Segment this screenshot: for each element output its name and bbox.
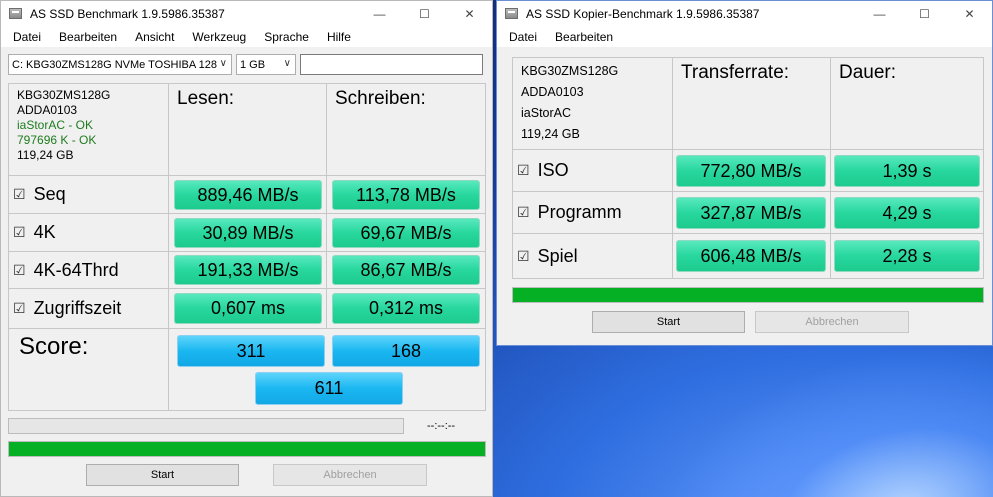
row-iso[interactable]: ☑ ISO <box>513 150 673 192</box>
benchmark-window: AS SSD Benchmark 1.9.5986.35387 — ☐ ✕ Da… <box>0 0 493 497</box>
toolbar: C: KBG30ZMS128G NVMe TOSHIBA 128 ∨ 1 GB … <box>8 54 483 75</box>
menu-bearbeiten[interactable]: Bearbeiten <box>50 30 126 44</box>
drive-info: KBG30ZMS128G ADDA0103 iaStorAC 119,24 GB <box>513 58 673 150</box>
drive-firmware: ADDA0103 <box>17 103 78 117</box>
maximize-icon[interactable]: ☐ <box>902 1 947 26</box>
menu-werkzeug[interactable]: Werkzeug <box>183 30 255 44</box>
drive-capacity: 119,24 GB <box>17 148 74 162</box>
row-spiel[interactable]: ☑ Spiel <box>513 234 673 278</box>
menu-bearbeiten[interactable]: Bearbeiten <box>546 30 622 44</box>
maximize-icon[interactable]: ☐ <box>402 1 447 26</box>
app-icon <box>505 8 518 19</box>
row-label: Seq <box>33 184 66 204</box>
abort-button[interactable]: Abbrechen <box>755 311 909 333</box>
size-select[interactable]: 1 GB ∨ <box>236 54 296 75</box>
name-input[interactable] <box>300 54 483 75</box>
minimize-icon[interactable]: — <box>857 1 902 26</box>
progress-fill <box>9 442 485 456</box>
score-write: 168 <box>332 335 480 367</box>
app-icon <box>9 8 22 19</box>
value-4k-read: 30,89 MB/s <box>174 218 322 248</box>
menu-ansicht[interactable]: Ansicht <box>126 30 183 44</box>
checkbox-checked-icon[interactable]: ☑ <box>517 248 530 265</box>
value-seq-read: 889,46 MB/s <box>174 180 322 210</box>
value-access-write: 0,312 ms <box>332 293 480 324</box>
value-iso-duration: 1,39 s <box>834 155 980 187</box>
value-iso-rate: 772,80 MB/s <box>676 155 826 187</box>
row-label: Zugriffszeit <box>33 298 122 318</box>
drive-model: KBG30ZMS128G <box>17 88 111 102</box>
drive-firmware: ADDA0103 <box>521 85 584 99</box>
minimize-icon[interactable]: — <box>357 1 402 26</box>
value-4k64-write: 86,67 MB/s <box>332 255 480 285</box>
value-seq-write: 113,78 MB/s <box>332 180 480 210</box>
results-grid: KBG30ZMS128G ADDA0103 iaStorAC - OK 7976… <box>8 83 486 411</box>
chevron-down-icon: ∨ <box>283 58 291 69</box>
elapsed-time: --:--:-- <box>427 420 456 432</box>
value-4k-write: 69,67 MB/s <box>332 218 480 248</box>
value-programm-rate: 327,87 MB/s <box>676 197 826 229</box>
value-spiel-duration: 2,28 s <box>834 240 980 272</box>
drive-alignment-status: 797696 K - OK <box>17 133 97 147</box>
score-read: 311 <box>177 335 325 367</box>
start-button[interactable]: Start <box>86 464 239 486</box>
drive-driver: iaStorAC <box>521 106 572 120</box>
window-title: AS SSD Kopier-Benchmark 1.9.5986.35387 <box>526 6 760 21</box>
row-4k[interactable]: ☑ 4K <box>9 214 169 252</box>
drive-select[interactable]: C: KBG30ZMS128G NVMe TOSHIBA 128 ∨ <box>8 54 232 75</box>
progress-bar-total <box>8 441 486 457</box>
checkbox-checked-icon[interactable]: ☑ <box>13 300 26 317</box>
progress-bar-copy <box>512 287 984 303</box>
score-total: 611 <box>255 372 403 405</box>
column-header-rate: Transferrate: <box>673 58 831 150</box>
progress-fill <box>513 288 983 302</box>
checkbox-checked-icon[interactable]: ☑ <box>13 262 26 279</box>
menu-datei[interactable]: Datei <box>500 30 546 44</box>
window-title: AS SSD Benchmark 1.9.5986.35387 <box>30 6 225 21</box>
copy-results-grid: KBG30ZMS128G ADDA0103 iaStorAC 119,24 GB… <box>512 57 984 279</box>
checkbox-checked-icon[interactable]: ☑ <box>517 162 530 179</box>
menu-bar: Datei Bearbeiten Ansicht Werkzeug Sprach… <box>1 26 492 48</box>
menu-hilfe[interactable]: Hilfe <box>318 30 360 44</box>
column-header-write: Schreiben: <box>327 84 485 176</box>
drive-capacity: 119,24 GB <box>521 127 580 141</box>
row-label: ISO <box>537 160 569 180</box>
copy-benchmark-window: AS SSD Kopier-Benchmark 1.9.5986.35387 —… <box>496 0 993 346</box>
row-label: Spiel <box>537 245 578 266</box>
value-spiel-rate: 606,48 MB/s <box>676 240 826 272</box>
menu-datei[interactable]: Datei <box>4 30 50 44</box>
drive-driver-status: iaStorAC - OK <box>17 118 94 132</box>
row-label: 4K <box>33 222 56 242</box>
row-label: 4K-64Thrd <box>33 259 119 280</box>
score-label: Score: <box>9 329 169 410</box>
drive-info: KBG30ZMS128G ADDA0103 iaStorAC - OK 7976… <box>9 84 169 176</box>
row-4k-64thrd[interactable]: ☑ 4K-64Thrd <box>9 252 169 289</box>
size-select-value: 1 GB <box>240 58 266 71</box>
row-programm[interactable]: ☑ Programm <box>513 192 673 234</box>
chevron-down-icon: ∨ <box>219 58 227 69</box>
drive-select-value: C: KBG30ZMS128G NVMe TOSHIBA 128 <box>12 58 218 71</box>
value-4k64-read: 191,33 MB/s <box>174 255 322 285</box>
menu-sprache[interactable]: Sprache <box>255 30 318 44</box>
row-zugriffszeit[interactable]: ☑ Zugriffszeit <box>9 289 169 329</box>
row-label: Programm <box>537 202 622 222</box>
checkbox-checked-icon[interactable]: ☑ <box>13 186 26 203</box>
progress-bar-test <box>8 418 404 434</box>
drive-model: KBG30ZMS128G <box>521 64 619 78</box>
title-bar[interactable]: AS SSD Benchmark 1.9.5986.35387 — ☐ ✕ <box>1 1 492 26</box>
column-header-read: Lesen: <box>169 84 327 176</box>
row-seq[interactable]: ☑ Seq <box>9 176 169 214</box>
value-access-read: 0,607 ms <box>174 293 322 324</box>
value-programm-duration: 4,29 s <box>834 197 980 229</box>
menu-bar: Datei Bearbeiten <box>497 26 992 48</box>
abort-button[interactable]: Abbrechen <box>273 464 427 486</box>
start-button[interactable]: Start <box>592 311 745 333</box>
close-icon[interactable]: ✕ <box>947 1 992 26</box>
title-bar[interactable]: AS SSD Kopier-Benchmark 1.9.5986.35387 —… <box>497 1 992 26</box>
column-header-duration: Dauer: <box>831 58 983 150</box>
checkbox-checked-icon[interactable]: ☑ <box>517 204 530 221</box>
checkbox-checked-icon[interactable]: ☑ <box>13 224 26 241</box>
close-icon[interactable]: ✕ <box>447 1 492 26</box>
